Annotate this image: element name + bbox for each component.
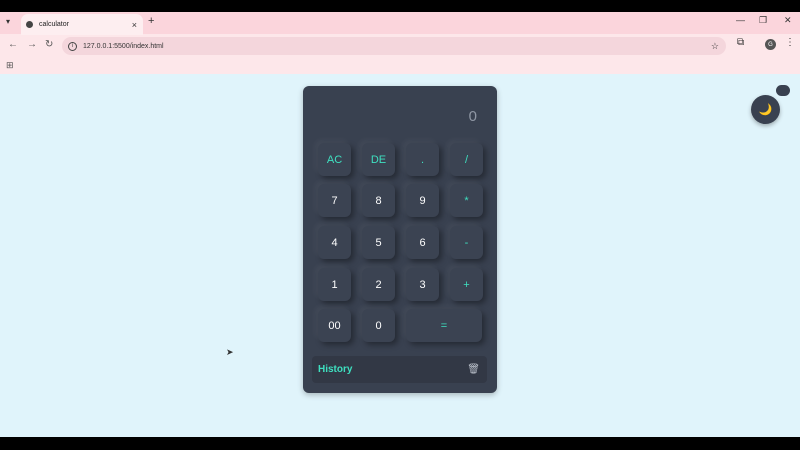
double-zero-button[interactable]: 00 (318, 309, 351, 342)
four-button[interactable]: 4 (318, 226, 351, 259)
six-button[interactable]: 6 (406, 226, 439, 259)
moon-icon[interactable]: 🌙 (751, 95, 780, 124)
screen: ▾ calculator × + — ❐ ✕ ← → ↻ i 127.0.0.1… (0, 0, 800, 450)
one-button[interactable]: 1 (318, 268, 351, 301)
bookmark-star-icon[interactable]: ☆ (711, 41, 719, 52)
profile-avatar[interactable]: G (765, 39, 776, 50)
tab-strip: ▾ calculator × + — ❐ ✕ (0, 12, 800, 35)
zero-button[interactable]: 0 (362, 309, 395, 342)
address-bar[interactable]: i 127.0.0.1:5500/index.html ☆ (62, 37, 726, 55)
back-icon[interactable]: ← (8, 39, 18, 50)
trash-icon[interactable]: 🗑 (467, 364, 480, 375)
tab-calculator[interactable]: calculator × (21, 14, 143, 35)
history-bar[interactable]: History 🗑 (312, 356, 487, 383)
tab-close-icon[interactable]: × (132, 20, 137, 30)
divide-button[interactable]: / (450, 143, 483, 176)
multiply-button[interactable]: * (450, 184, 483, 217)
minus-button[interactable]: - (450, 226, 483, 259)
address-row: ← → ↻ i 127.0.0.1:5500/index.html ☆ (0, 35, 800, 57)
ac-button[interactable]: AC (318, 143, 351, 176)
five-button[interactable]: 5 (362, 226, 395, 259)
new-tab-button[interactable]: + (148, 15, 154, 27)
tab-title: calculator (39, 21, 69, 28)
apps-grid-icon[interactable]: ⊞ (6, 60, 14, 71)
seven-button[interactable]: 7 (318, 184, 351, 217)
bookmarks-bar: ⊞ (0, 57, 800, 74)
nine-button[interactable]: 9 (406, 184, 439, 217)
extensions-icon[interactable]: ⧉ (737, 37, 744, 48)
browser-menu-icon[interactable]: ⋮ (785, 37, 795, 48)
delete-button[interactable]: DE (362, 143, 395, 176)
forward-icon[interactable]: → (27, 39, 37, 50)
decimal-button[interactable]: . (406, 143, 439, 176)
equals-button[interactable]: = (406, 309, 482, 342)
restore-button[interactable]: ❐ (759, 15, 767, 26)
close-window-button[interactable]: ✕ (784, 15, 792, 26)
site-info-icon[interactable]: i (68, 41, 77, 51)
url-text[interactable]: 127.0.0.1:5500/index.html (83, 43, 711, 50)
eight-button[interactable]: 8 (362, 184, 395, 217)
browser-chrome: ▾ calculator × + — ❐ ✕ ← → ↻ i 127.0.0.1… (0, 12, 800, 74)
reload-icon[interactable]: ↻ (45, 39, 53, 50)
minimize-button[interactable]: — (736, 15, 745, 25)
history-label: History (318, 364, 353, 375)
calculator-display: 0 (468, 108, 477, 125)
globe-icon (26, 21, 33, 28)
tab-search-icon[interactable]: ▾ (6, 17, 10, 26)
plus-button[interactable]: + (450, 268, 483, 301)
mouse-cursor-icon: ➤ (226, 347, 234, 357)
calculator-panel: 0 AC DE . / 7 8 9 * 4 5 6 - 1 2 3 + 00 0… (303, 86, 497, 393)
page-content: 0 AC DE . / 7 8 9 * 4 5 6 - 1 2 3 + 00 0… (0, 74, 800, 437)
three-button[interactable]: 3 (406, 268, 439, 301)
two-button[interactable]: 2 (362, 268, 395, 301)
theme-toggle-knob[interactable] (776, 85, 790, 96)
